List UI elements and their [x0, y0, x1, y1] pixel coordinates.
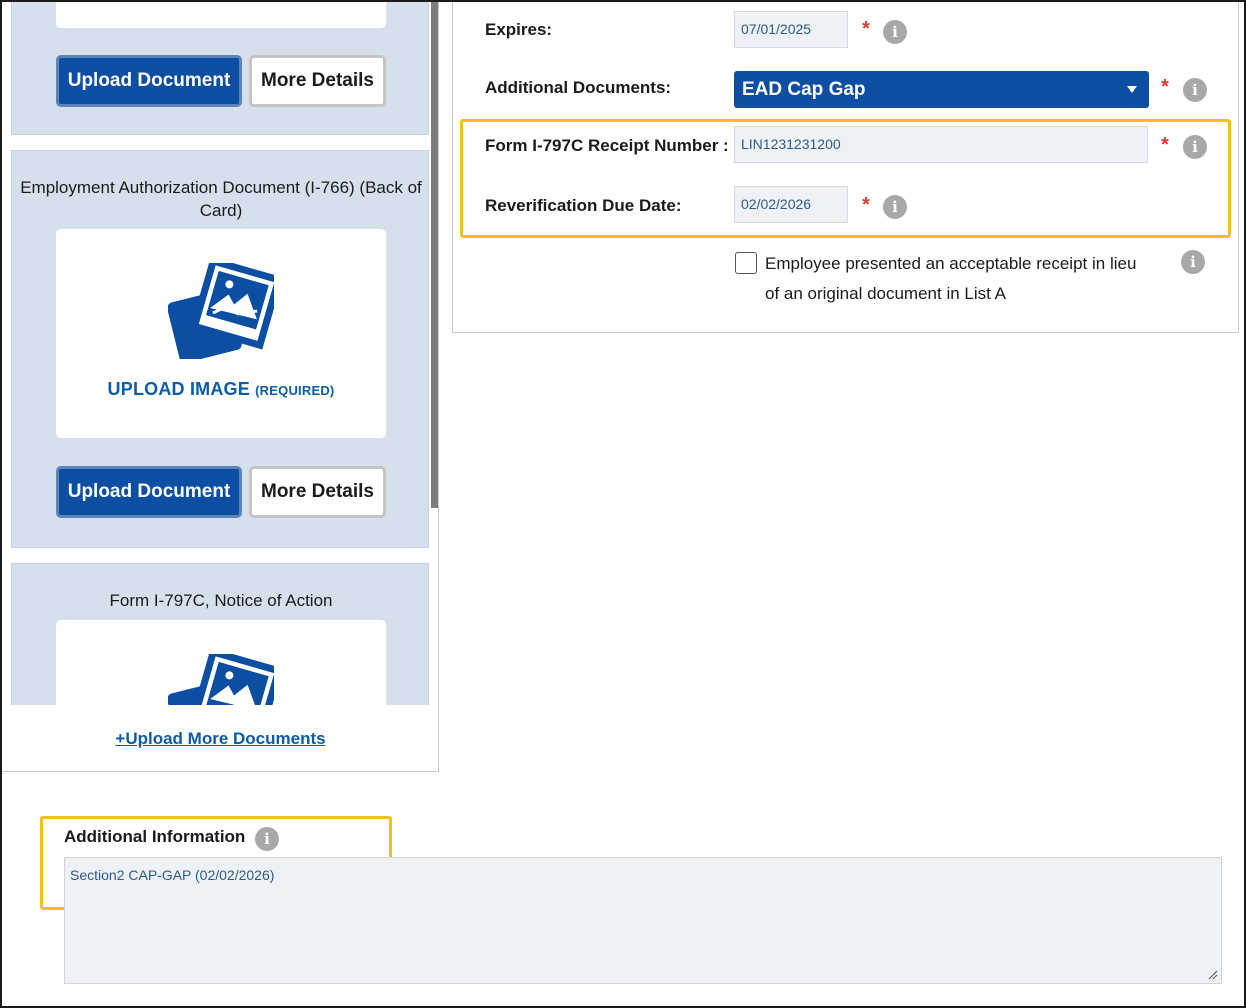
card-actions: Upload Document More Details [56, 55, 386, 107]
additional-information-title: Additional Information [64, 827, 246, 846]
additional-documents-label: Additional Documents: [485, 78, 672, 97]
document-card: Employment Authorization Document (I-766… [11, 150, 429, 548]
more-details-button[interactable]: More Details [249, 466, 386, 518]
required-asterisk: * [862, 194, 870, 216]
reverification-date-input[interactable]: 02/02/2026 [734, 186, 848, 223]
reverification-due-date-label: Reverification Due Date: [485, 196, 682, 215]
document-card: Upload Document More Details [11, 2, 429, 135]
additional-documents-value: EAD Cap Gap [742, 79, 866, 100]
upload-dropzone[interactable] [56, 620, 386, 705]
document-upload-panel: Upload Document More Details Employment … [2, 2, 439, 772]
dropdown-arrow-icon [1127, 86, 1137, 93]
document-card-title: Form I-797C, Notice of Action [109, 591, 333, 610]
document-card: Form I-797C, Notice of Action [11, 563, 429, 705]
upload-image-text: UPLOAD IMAGE [107, 379, 250, 399]
expires-date-input[interactable]: 07/01/2025 [734, 11, 848, 48]
info-icon[interactable]: i [1181, 250, 1205, 274]
additional-information-textarea[interactable]: Section2 CAP-GAP (02/02/2026) [64, 857, 1222, 984]
resize-handle-icon[interactable] [1208, 970, 1218, 980]
receipt-in-lieu-label[interactable]: Employee presented an acceptable receipt… [765, 249, 1145, 309]
info-icon[interactable]: i [1183, 135, 1207, 159]
info-icon[interactable]: i [255, 827, 279, 851]
additional-information-value: Section2 CAP-GAP (02/02/2026) [70, 867, 275, 883]
upload-more-documents-link[interactable]: +Upload More Documents [2, 729, 438, 749]
photo-upload-icon [168, 263, 274, 359]
expires-label: Expires: [485, 20, 553, 39]
upload-image-label[interactable]: UPLOAD IMAGE (REQUIRED) [56, 379, 386, 400]
document-scroll-area[interactable]: Upload Document More Details Employment … [2, 2, 438, 705]
card-actions: Upload Document More Details [56, 466, 386, 518]
upload-dropzone[interactable] [56, 2, 386, 28]
upload-document-button[interactable]: Upload Document [56, 55, 242, 107]
upload-dropzone[interactable]: UPLOAD IMAGE (REQUIRED) [56, 229, 386, 438]
info-icon[interactable]: i [883, 195, 907, 219]
required-asterisk: * [1161, 76, 1169, 98]
required-asterisk: * [1161, 134, 1169, 156]
required-asterisk: * [862, 18, 870, 40]
receipt-in-lieu-checkbox[interactable] [735, 252, 757, 274]
upload-document-button[interactable]: Upload Document [56, 466, 242, 518]
scrollbar-thumb[interactable] [431, 2, 438, 508]
more-details-button[interactable]: More Details [249, 55, 386, 107]
receipt-number-input[interactable]: LIN1231231200 [734, 126, 1148, 163]
info-icon[interactable]: i [883, 20, 907, 44]
receipt-number-label: Form I-797C Receipt Number : [485, 136, 729, 155]
info-icon[interactable]: i [1183, 78, 1207, 102]
document-card-title: Employment Authorization Document (I-766… [20, 178, 422, 220]
additional-documents-select[interactable]: EAD Cap Gap [734, 71, 1149, 108]
required-text: (REQUIRED) [255, 383, 335, 398]
photo-upload-icon [168, 654, 274, 705]
